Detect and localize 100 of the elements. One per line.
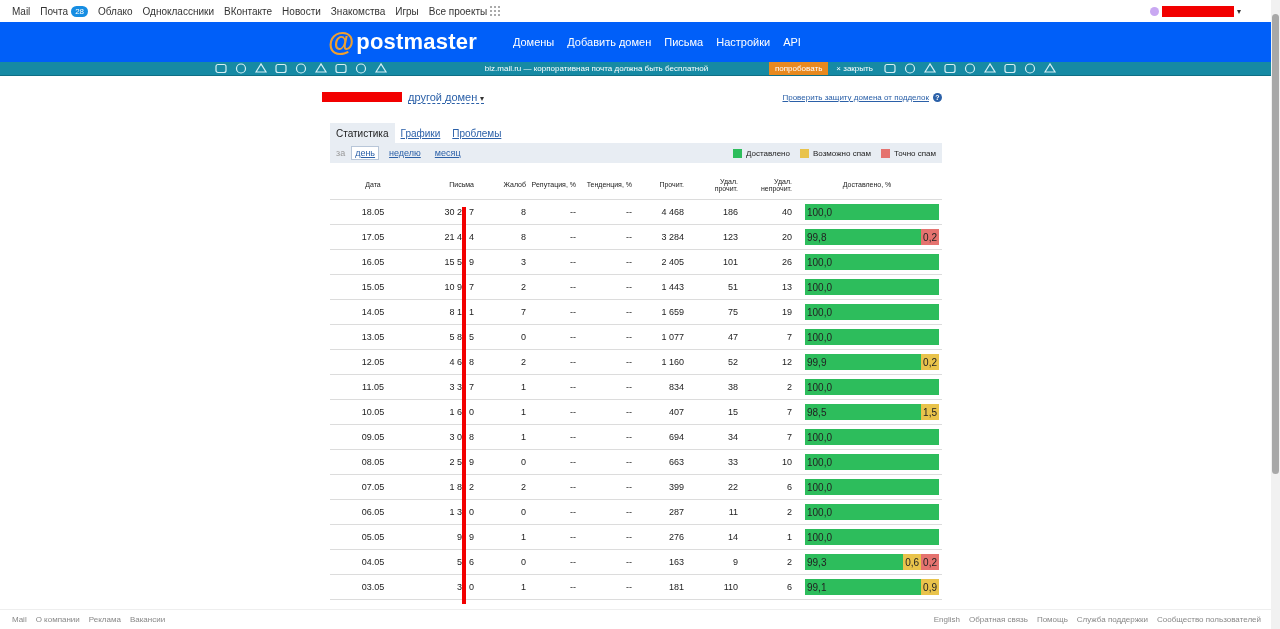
- table-cell-text: 1 3 0: [448, 507, 475, 517]
- table-cell-text: 1: [520, 382, 527, 392]
- top-nav-link[interactable]: Новости: [282, 5, 321, 17]
- table-cell-text: 11.05: [361, 382, 385, 392]
- delivery-bar-segment: 99,3: [805, 554, 904, 570]
- period-option[interactable]: месяц: [430, 146, 465, 160]
- table-cell-text: --: [569, 257, 577, 267]
- top-nav-link[interactable]: Игры: [395, 5, 419, 17]
- table-cell-text: --: [625, 307, 633, 317]
- table-cell-text: 0: [520, 332, 527, 342]
- delivery-bar-segment: 0,6: [903, 554, 922, 570]
- period-label: за: [336, 148, 346, 158]
- table-cell-text: 407: [667, 407, 685, 417]
- table-cell-text: 186: [721, 207, 739, 217]
- footer-link[interactable]: О компании: [35, 615, 80, 624]
- close-link[interactable]: × закрыть: [836, 64, 873, 73]
- table-cell-text: --: [625, 332, 633, 342]
- top-nav-link[interactable]: Облако: [98, 5, 133, 17]
- top-nav-link[interactable]: ВКонтакте: [224, 5, 273, 17]
- top-nav-link[interactable]: Mail: [12, 5, 31, 17]
- table-cell-text: 12: [781, 357, 793, 367]
- footer-link[interactable]: Обратная связь: [968, 615, 1028, 624]
- top-nav-link[interactable]: Знакомства: [330, 5, 386, 17]
- table-cell-text: 0: [520, 557, 527, 567]
- table-cell-text: --: [569, 307, 577, 317]
- top-nav-link[interactable]: Одноклассники: [142, 5, 214, 17]
- table-cell-text: 13.05: [360, 332, 386, 342]
- table-cell-text: --: [569, 432, 577, 442]
- redaction-mark: [1162, 5, 1234, 17]
- header-nav-link[interactable]: Письма: [664, 36, 704, 48]
- table-cell-text: 2 5 9: [448, 457, 475, 467]
- header-nav-link[interactable]: API: [783, 36, 801, 48]
- table-cell-text: 04.05: [360, 557, 386, 567]
- delivery-bar-segment: 99,9: [805, 354, 922, 370]
- legend-label: Доставлено: [745, 148, 790, 158]
- caret-icon[interactable]: ▾: [1237, 6, 1241, 16]
- table-cell-text: 38: [727, 382, 739, 392]
- table-cell-text: 13: [781, 282, 793, 292]
- table-cell-text: 3 0 8: [448, 432, 475, 442]
- footer-link[interactable]: Mail: [12, 615, 27, 624]
- top-nav-link[interactable]: Почта 28: [40, 5, 89, 17]
- table-cell-text: 4 468: [660, 207, 685, 217]
- table-cell-text: 18.05: [360, 207, 386, 217]
- table-cell-text: --: [625, 382, 633, 392]
- postmaster-logo[interactable]: @postmaster: [328, 28, 477, 56]
- delivery-bar-segment: 100,0: [805, 529, 939, 545]
- table-cell-text: 2: [520, 357, 527, 367]
- table-cell-text: 0: [520, 507, 527, 517]
- tab[interactable]: Проблемы: [446, 123, 508, 143]
- table-cell-text: 3 3 7: [448, 382, 475, 392]
- table-cell-text: --: [625, 482, 633, 492]
- table-cell-text: 3 284: [660, 232, 685, 242]
- table-cell-text: --: [625, 507, 633, 517]
- delivery-bar-segment: 100,0: [805, 479, 939, 495]
- footer-link[interactable]: Вакансии: [129, 615, 166, 624]
- scrollbar[interactable]: [1271, 0, 1280, 629]
- table-cell-text: --: [569, 407, 577, 417]
- check-protection-link[interactable]: Проверить защиту домена от подделок: [782, 92, 929, 102]
- top-nav-link[interactable]: Все проекты: [428, 5, 501, 17]
- table-cell-text: 09.05: [360, 432, 386, 442]
- tab[interactable]: Статистика: [330, 123, 395, 143]
- table-cell-text: --: [569, 532, 577, 542]
- table-cell-text: --: [569, 382, 577, 392]
- footer-link[interactable]: Сообщество пользователей: [1157, 615, 1261, 624]
- table-cell-text: 8: [520, 232, 527, 242]
- table-cell-text: 2: [520, 282, 527, 292]
- footer-link[interactable]: Служба поддержки: [1076, 615, 1149, 624]
- table-cell-text: 2: [786, 557, 793, 567]
- table-cell-text: --: [569, 457, 577, 467]
- table-cell-text: 6: [786, 582, 793, 592]
- table-cell-text: 1 160: [660, 357, 685, 367]
- tab[interactable]: Графики: [394, 123, 447, 143]
- table-cell-text: 51: [727, 282, 739, 292]
- period-option[interactable]: неделю: [385, 146, 425, 160]
- table-cell-text: 4 6 8: [448, 357, 475, 367]
- table-cell-text: 15 5 9: [443, 257, 475, 267]
- table-cell-text: 1: [520, 582, 527, 592]
- domain-switch-link[interactable]: другой домен ▾: [408, 90, 485, 104]
- table-cell-text: 5 6: [455, 557, 475, 567]
- avatar[interactable]: [1150, 6, 1159, 16]
- table-cell-text: 110: [722, 582, 739, 592]
- table-cell-text: 1 6 0: [448, 407, 475, 417]
- table-cell-text: 276: [667, 532, 685, 542]
- header-nav-link[interactable]: Настройки: [716, 36, 771, 48]
- footer-link[interactable]: Помощь: [1036, 615, 1068, 624]
- header-nav-link[interactable]: Домены: [512, 36, 555, 48]
- delivery-bar-segment: 100,0: [805, 254, 939, 270]
- delivery-bar-segment: 100,0: [805, 329, 939, 345]
- legend-label: Возможно спам: [812, 148, 871, 158]
- footer-link[interactable]: Реклама: [88, 615, 121, 624]
- table-cell-text: --: [569, 332, 577, 342]
- table-cell-text: 15.05: [360, 282, 386, 292]
- period-option[interactable]: день: [351, 146, 380, 160]
- table-cell-text: --: [625, 232, 633, 242]
- table-cell-text: 16.05: [360, 257, 386, 267]
- footer-link[interactable]: English: [933, 615, 960, 624]
- table-cell-text: 1 077: [660, 332, 685, 342]
- table-cell-text: 1 8 2: [448, 482, 475, 492]
- table-cell-text: 33: [727, 457, 739, 467]
- header-nav-link[interactable]: Добавить домен: [567, 36, 652, 48]
